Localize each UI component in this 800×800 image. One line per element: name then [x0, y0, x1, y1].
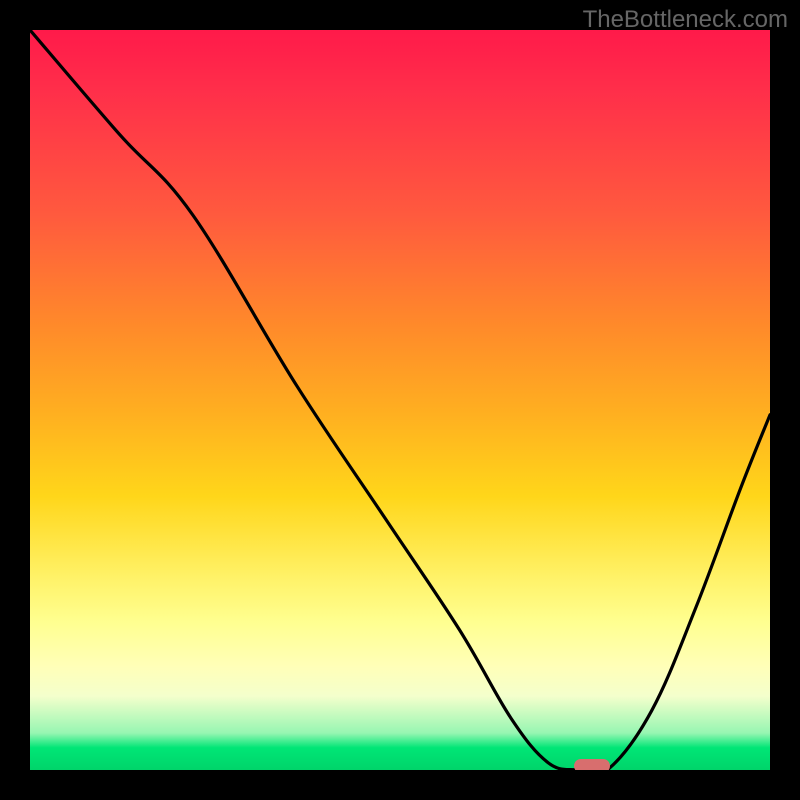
line-series-curve: [30, 30, 770, 770]
chart-curve: [30, 30, 770, 770]
chart-marker-pill: [574, 759, 610, 770]
watermark-text: TheBottleneck.com: [583, 6, 788, 34]
chart-plot-area: [30, 30, 770, 770]
